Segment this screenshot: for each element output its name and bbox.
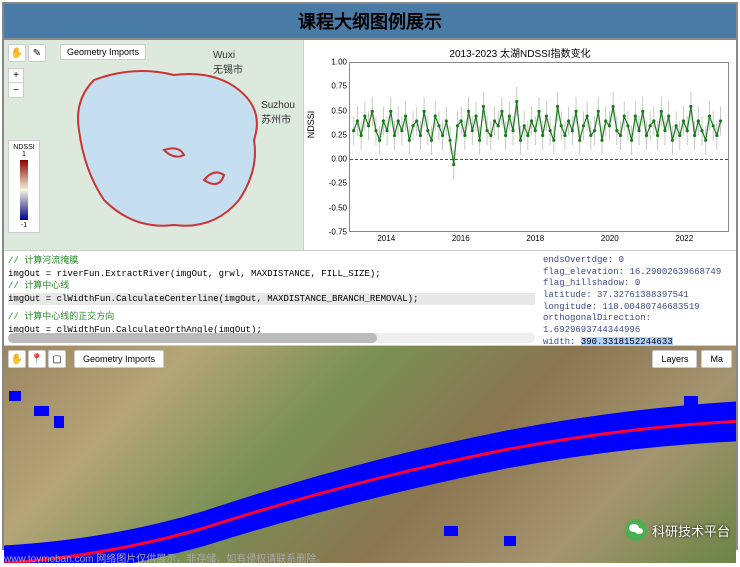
code-line-1: imgOut = riverFun.ExtractRiver(imgOut, g… xyxy=(8,268,535,281)
horizontal-scrollbar[interactable] xyxy=(8,333,535,343)
draw-tool-icon[interactable]: ✎ xyxy=(28,44,46,62)
zoom-in-icon[interactable]: + xyxy=(9,69,23,83)
wechat-icon xyxy=(625,519,647,541)
wechat-badge: 科研技术平台 xyxy=(625,519,730,541)
code-comment-2: // 计算中心线 xyxy=(8,280,535,293)
y-axis-label: NDSSI xyxy=(306,111,316,139)
output-panel: endsOvertdge: 0 flag_elevation: 16.29002… xyxy=(539,251,736,345)
legend-panel: NDSSI 1 -1 xyxy=(8,140,40,233)
plot-area xyxy=(349,62,729,232)
code-panel[interactable]: // 计算河流掩膜 imgOut = riverFun.ExtractRiver… xyxy=(4,251,539,345)
map-toggle-button[interactable]: Ma xyxy=(701,350,732,368)
shape-tool-icon[interactable]: ▢ xyxy=(48,350,66,368)
city-label-wuxi: Wuxi无锡市 xyxy=(213,50,243,76)
legend-title: NDSSI xyxy=(12,144,36,151)
lake-outline xyxy=(64,60,274,240)
scrollbar-thumb[interactable] xyxy=(8,333,377,343)
chart-panel: 2013-2023 太湖NDSSI指数变化 NDSSI 1.000.750.50… xyxy=(304,40,736,250)
code-line-2: imgOut = clWidthFun.CalculateCenterline(… xyxy=(8,293,535,306)
hand-tool-icon[interactable]: ✋ xyxy=(8,44,26,62)
geometry-imports-button[interactable]: Geometry Imports xyxy=(60,44,146,60)
zoom-out-icon[interactable]: − xyxy=(9,83,23,97)
legend-max: 1 xyxy=(12,151,36,158)
code-comment-3: // 计算中心线的正交方向 xyxy=(8,311,535,324)
map-panel[interactable]: ✋ ✎ Geometry Imports + − Wuxi无锡市 Suzhou苏… xyxy=(4,40,304,250)
city-label-suzhou: Suzhou苏州市 xyxy=(261,100,295,126)
legend-min: -1 xyxy=(12,222,36,229)
page-title: 课程大纲图例展示 xyxy=(4,4,736,40)
code-comment-1: // 计算河流掩膜 xyxy=(8,255,535,268)
layers-button[interactable]: Layers xyxy=(652,350,697,368)
wechat-label: 科研技术平台 xyxy=(652,521,730,540)
legend-colorbar xyxy=(20,160,28,220)
footer-watermark: www.toymoban.com 网络图片仅供展示，非存储，如有侵权请联系删除。 xyxy=(4,550,326,565)
x-axis: 20142016201820202022 xyxy=(349,232,729,252)
y-axis: NDSSI 1.000.750.500.250.00-0.25-0.50-0.7… xyxy=(309,62,349,232)
marker-tool-icon[interactable]: 📍 xyxy=(28,350,46,368)
geometry-imports-button[interactable]: Geometry Imports xyxy=(74,350,164,368)
chart-title: 2013-2023 太湖NDSSI指数变化 xyxy=(309,45,731,60)
hand-tool-icon[interactable]: ✋ xyxy=(8,350,26,368)
